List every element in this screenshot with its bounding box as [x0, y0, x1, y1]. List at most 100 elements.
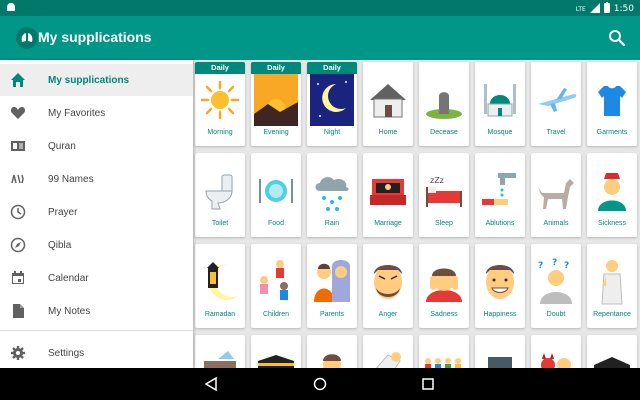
category-card-repentance[interactable]: Repentance	[587, 244, 637, 328]
sick-person-icon	[598, 173, 626, 211]
sun-icon	[200, 80, 240, 120]
category-card-children[interactable]: Children	[251, 244, 301, 328]
toilet-icon	[205, 174, 233, 210]
sleep-icon: zZz	[426, 176, 462, 207]
category-label: Food	[268, 220, 284, 227]
drawer-item-calendar[interactable]: Calendar	[0, 262, 193, 294]
drawer-item-my-favorites[interactable]: My Favorites	[0, 97, 193, 129]
category-grid: Daily Morning Daily Evening Daily Night …	[193, 60, 640, 400]
bed-icon	[370, 179, 406, 205]
svg-text:?: ?	[564, 261, 569, 271]
drawer-item-99-names[interactable]: 99 Names	[0, 163, 193, 195]
category-label: Ablutions	[485, 220, 515, 227]
plate-icon	[259, 179, 293, 203]
grave-icon	[426, 92, 462, 119]
category-card-marriage[interactable]: Marriage	[363, 153, 413, 237]
names-icon	[11, 174, 24, 184]
back-icon[interactable]	[204, 377, 218, 391]
drawer-item-quran[interactable]: Quran	[0, 130, 193, 162]
gear-icon	[11, 346, 25, 360]
category-label: Evening	[263, 129, 289, 136]
daily-badge: Daily	[307, 62, 357, 74]
android-notification-icon	[6, 2, 16, 16]
drawer-item-label: Calendar	[48, 272, 89, 284]
category-label: Sickness	[597, 220, 626, 227]
category-card-mosque[interactable]: Mosque	[475, 62, 525, 146]
category-label: Animals	[543, 220, 569, 227]
app-title: My supplications	[38, 29, 152, 45]
category-card-sadness[interactable]: Sadness	[419, 244, 469, 328]
angry-face-icon	[374, 265, 402, 299]
category-label: Sadness	[430, 311, 458, 318]
home-icon	[11, 73, 25, 87]
drawer-item-my-notes[interactable]: My Notes	[0, 295, 193, 327]
category-label: Sleep	[435, 220, 453, 227]
category-label: Mosque	[487, 129, 513, 136]
category-label: Toilet	[211, 220, 229, 227]
category-label: Children	[262, 311, 290, 318]
category-card-anger[interactable]: Anger	[363, 244, 413, 328]
signal-icon	[589, 2, 600, 16]
category-card-night[interactable]: Daily Night	[307, 62, 357, 146]
search-icon[interactable]	[608, 29, 626, 47]
airplane-icon	[538, 88, 577, 112]
category-label: Home	[378, 129, 398, 136]
category-card-sleep[interactable]: zZz Sleep	[419, 153, 469, 237]
category-card-sickness[interactable]: Sickness	[587, 153, 637, 237]
mosque-icon	[484, 84, 516, 117]
drawer-item-label: Settings	[48, 347, 85, 359]
drawer-item-settings[interactable]: Settings	[0, 337, 193, 369]
app-logo-icon	[16, 27, 38, 49]
category-card-morning[interactable]: Daily Morning	[195, 62, 245, 146]
drawer-item-my-supplications[interactable]: My supplications	[0, 64, 193, 96]
svg-text:?: ?	[538, 261, 543, 271]
category-card-garments[interactable]: Garments	[587, 62, 637, 146]
category-label: Garments	[596, 129, 628, 136]
drawer-item-prayer[interactable]: Prayer	[0, 196, 193, 228]
category-label: Doubt	[546, 311, 566, 318]
drawer-divider	[0, 330, 193, 331]
category-card-doubt[interactable]: ? ? ? Doubt	[531, 244, 581, 328]
children-icon	[260, 260, 288, 300]
shirt-icon	[598, 86, 626, 116]
daily-badge: Daily	[195, 62, 245, 74]
category-card-travel[interactable]: Travel	[531, 62, 581, 146]
book-icon	[11, 141, 25, 151]
category-card-ablutions[interactable]: Ablutions	[475, 153, 525, 237]
category-card-happiness[interactable]: Happiness	[475, 244, 525, 328]
recents-icon[interactable]	[421, 377, 435, 391]
category-label: Rain	[324, 220, 340, 227]
category-card-decease[interactable]: Decease	[419, 62, 469, 146]
category-card-toilet[interactable]: Toilet	[195, 153, 245, 237]
daily-badge: Daily	[251, 62, 301, 74]
clock-icon	[10, 204, 26, 220]
category-label: Marriage	[374, 220, 402, 227]
clock: 1:50	[613, 4, 634, 14]
drawer-item-qibla[interactable]: Qibla	[0, 229, 193, 261]
drawer-item-label: Prayer	[48, 206, 78, 218]
category-card-evening[interactable]: Daily Evening	[251, 62, 301, 146]
drawer-item-label: Quran	[48, 140, 76, 152]
drawer-item-label: My Favorites	[48, 107, 106, 119]
category-card-food[interactable]: Food	[251, 153, 301, 237]
category-card-home[interactable]: Home	[363, 62, 413, 146]
drawer-item-label: My supplications	[48, 74, 130, 86]
category-label: Anger	[378, 311, 398, 318]
dog-icon	[538, 179, 574, 209]
house-icon	[370, 84, 406, 118]
category-label: Repentance	[593, 311, 631, 318]
home-button-icon[interactable]	[313, 377, 327, 391]
category-card-rain[interactable]: Rain	[307, 153, 357, 237]
category-label: Ramadan	[204, 311, 236, 318]
network-type: LTE	[575, 5, 586, 13]
system-navigation-bar	[0, 368, 640, 400]
calendar-icon	[12, 271, 24, 284]
svg-text:?: ?	[552, 258, 557, 268]
doubt-icon: ? ? ?	[538, 258, 572, 304]
praying-man-icon	[601, 260, 623, 305]
sad-face-icon	[426, 268, 462, 302]
category-card-parents[interactable]: Parents	[307, 244, 357, 328]
category-card-ramadan[interactable]: Ramadan	[195, 244, 245, 328]
drawer-item-label: My Notes	[48, 305, 91, 317]
category-card-animals[interactable]: Animals	[531, 153, 581, 237]
